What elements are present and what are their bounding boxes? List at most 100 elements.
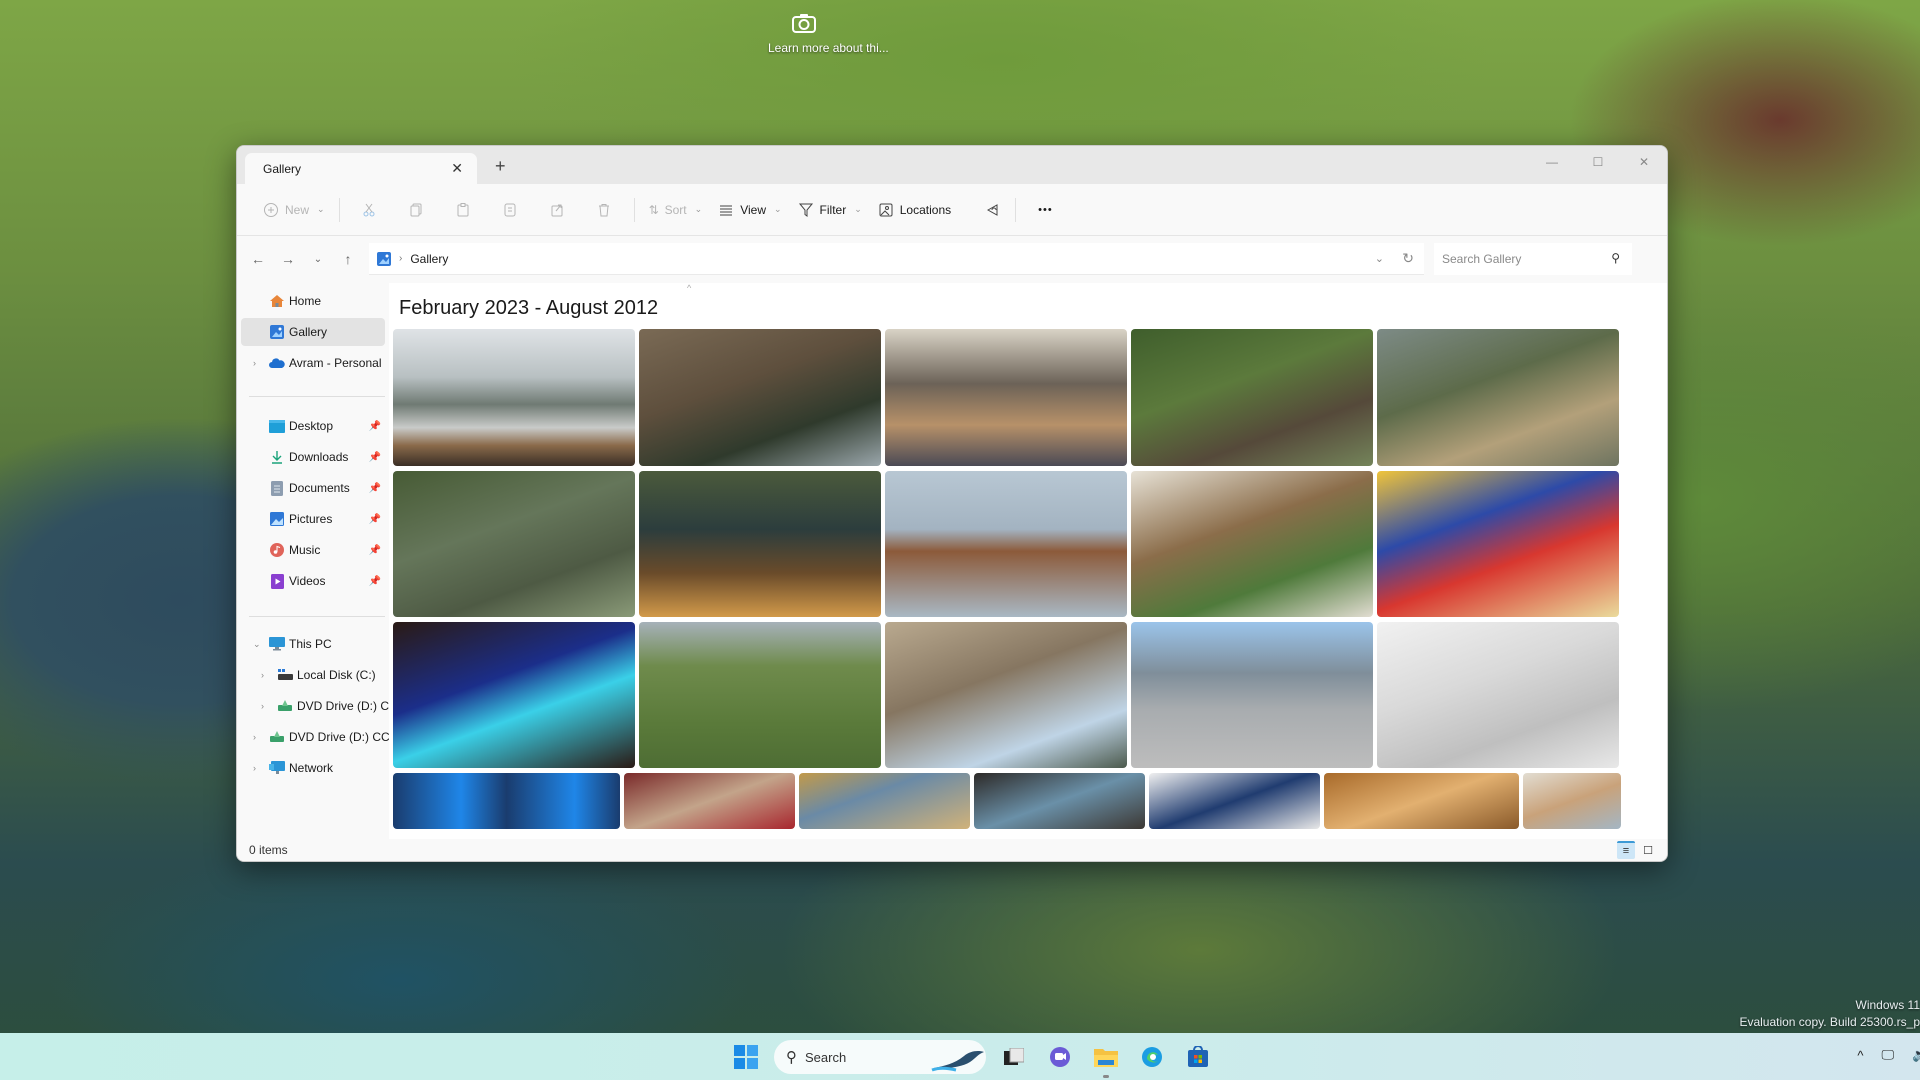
close-window-button[interactable]: ✕ bbox=[1621, 146, 1667, 178]
sidebar-item-network[interactable]: › Network bbox=[241, 754, 385, 782]
sidebar-item-home[interactable]: Home bbox=[241, 287, 385, 315]
paste-button[interactable] bbox=[440, 194, 487, 226]
photo-thumbnail[interactable] bbox=[393, 622, 635, 768]
file-explorer-button[interactable] bbox=[1088, 1039, 1124, 1078]
new-tab-button[interactable]: + bbox=[495, 156, 506, 177]
refresh-button[interactable]: ↻ bbox=[1402, 250, 1414, 267]
sidebar-item-this-pc[interactable]: ⌄ This PC bbox=[241, 630, 385, 658]
photo-thumbnail[interactable] bbox=[1324, 773, 1519, 829]
close-tab-icon[interactable]: ✕ bbox=[451, 160, 463, 177]
photo-thumbnail[interactable] bbox=[393, 773, 620, 829]
pin-icon[interactable]: 📌 bbox=[369, 483, 381, 494]
photo-thumbnail[interactable] bbox=[1131, 329, 1373, 466]
photo-thumbnail[interactable] bbox=[639, 471, 881, 617]
address-bar[interactable]: › Gallery ⌄ ↻ bbox=[369, 243, 1424, 275]
chevron-right-icon[interactable]: › bbox=[261, 701, 264, 711]
sidebar-item-downloads[interactable]: Downloads 📌 bbox=[241, 443, 385, 471]
recent-locations-button[interactable]: ⌄ bbox=[303, 254, 333, 265]
share-button[interactable] bbox=[534, 194, 581, 226]
photo-thumbnail[interactable] bbox=[393, 471, 635, 617]
store-button[interactable] bbox=[1180, 1039, 1216, 1075]
paste-icon bbox=[457, 202, 469, 216]
pin-icon[interactable]: 📌 bbox=[369, 452, 381, 463]
dvd-drive-icon bbox=[269, 729, 285, 745]
back-button[interactable]: ← bbox=[243, 251, 273, 267]
more-options-button[interactable]: ••• bbox=[1030, 194, 1061, 226]
chevron-right-icon[interactable]: › bbox=[253, 763, 256, 773]
chat-button[interactable] bbox=[1042, 1039, 1078, 1075]
pin-icon[interactable]: 📌 bbox=[369, 421, 381, 432]
sidebar-item-desktop[interactable]: Desktop 📌 bbox=[241, 412, 385, 440]
filter-button[interactable]: Filter ⌄ bbox=[790, 194, 870, 226]
search-gallery-input[interactable]: Search Gallery ⚲ bbox=[1434, 243, 1632, 275]
new-button[interactable]: New ⌄ bbox=[255, 194, 333, 226]
photo-thumbnail[interactable] bbox=[639, 329, 881, 466]
collapse-caret-icon[interactable]: ^ bbox=[687, 283, 691, 293]
sidebar-item-dvd-drive-d-nested[interactable]: › DVD Drive (D:) CC bbox=[241, 692, 398, 720]
photo-thumbnail[interactable] bbox=[1131, 622, 1373, 768]
tab-gallery[interactable]: Gallery ✕ bbox=[245, 153, 477, 184]
pin-icon[interactable]: 📌 bbox=[369, 545, 381, 556]
photo-thumbnail[interactable] bbox=[885, 471, 1127, 617]
search-icon[interactable]: ⚲ bbox=[1611, 251, 1620, 265]
breadcrumb-gallery[interactable]: Gallery bbox=[410, 252, 448, 266]
chevron-up-icon[interactable]: ^ bbox=[1857, 1048, 1863, 1063]
chevron-right-icon[interactable]: › bbox=[261, 670, 264, 680]
sidebar-item-dvd-drive-d[interactable]: › DVD Drive (D:) CCC bbox=[241, 723, 398, 751]
minimize-button[interactable]: — bbox=[1529, 146, 1575, 178]
volume-icon[interactable]: 🔈 bbox=[1912, 1047, 1920, 1063]
details-view-toggle[interactable]: ≡ bbox=[1617, 841, 1635, 859]
chevron-right-icon[interactable]: › bbox=[253, 732, 256, 742]
cut-button[interactable] bbox=[346, 194, 393, 226]
locations-button[interactable]: Locations bbox=[870, 194, 959, 226]
sidebar-item-gallery[interactable]: Gallery bbox=[241, 318, 385, 346]
sidebar-item-onedrive-personal[interactable]: › Avram - Personal bbox=[241, 349, 385, 377]
onedrive-backup-button[interactable] bbox=[977, 194, 1009, 226]
forward-button[interactable]: → bbox=[273, 251, 303, 267]
sidebar-item-pictures[interactable]: Pictures 📌 bbox=[241, 505, 385, 533]
photo-thumbnail[interactable] bbox=[1377, 622, 1619, 768]
edge-button[interactable] bbox=[1134, 1039, 1170, 1075]
photo-thumbnail[interactable] bbox=[799, 773, 970, 829]
start-button[interactable] bbox=[728, 1039, 764, 1075]
onedrive-cloud-icon bbox=[269, 355, 285, 371]
photo-thumbnail[interactable] bbox=[1131, 471, 1373, 617]
chevron-down-icon[interactable]: ⌄ bbox=[253, 639, 261, 650]
photo-thumbnail[interactable] bbox=[974, 773, 1145, 829]
address-history-dropdown[interactable]: ⌄ bbox=[1375, 252, 1384, 265]
rename-button[interactable] bbox=[487, 194, 534, 226]
photo-thumbnail[interactable] bbox=[1149, 773, 1320, 829]
photo-thumbnail[interactable] bbox=[624, 773, 795, 829]
photo-thumbnail[interactable] bbox=[639, 622, 881, 768]
sidebar-item-music[interactable]: Music 📌 bbox=[241, 536, 385, 564]
photo-thumbnail[interactable] bbox=[1523, 773, 1621, 829]
sidebar-item-videos[interactable]: Videos 📌 bbox=[241, 567, 385, 595]
view-button[interactable]: View ⌄ bbox=[710, 194, 789, 226]
sort-button[interactable]: ⇅ Sort ⌄ bbox=[641, 194, 711, 226]
title-bar: Gallery ✕ + — ☐ ✕ bbox=[237, 146, 1667, 184]
tiles-view-toggle[interactable]: ☐ bbox=[1639, 841, 1657, 859]
up-button[interactable]: ↑ bbox=[333, 251, 363, 267]
maximize-button[interactable]: ☐ bbox=[1575, 146, 1621, 178]
taskbar-search-box[interactable]: ⚲ Search bbox=[774, 1040, 986, 1074]
photo-thumbnail[interactable] bbox=[1377, 329, 1619, 466]
sidebar-label: Music bbox=[289, 543, 321, 557]
photo-thumbnail[interactable] bbox=[393, 329, 635, 466]
pin-icon[interactable]: 📌 bbox=[369, 514, 381, 525]
system-tray: ^ 🖵 🔈 bbox=[1857, 1047, 1920, 1063]
delete-button[interactable] bbox=[581, 194, 628, 226]
chevron-right-icon[interactable]: › bbox=[253, 358, 256, 368]
pin-icon[interactable]: 📌 bbox=[369, 576, 381, 587]
photo-thumbnail[interactable] bbox=[885, 622, 1127, 768]
copy-button[interactable] bbox=[393, 194, 440, 226]
locations-label: Locations bbox=[899, 202, 952, 217]
sidebar-item-local-disk-c[interactable]: › Local Disk (C:) bbox=[241, 661, 385, 689]
photo-thumbnail[interactable] bbox=[885, 329, 1127, 466]
share-icon bbox=[551, 204, 563, 216]
spotlight-learn-more[interactable]: Learn more about thi... bbox=[768, 6, 889, 56]
sidebar-item-documents[interactable]: Documents 📌 bbox=[241, 474, 385, 502]
sort-label: Sort bbox=[664, 202, 687, 217]
photo-thumbnail[interactable] bbox=[1377, 471, 1619, 617]
task-view-button[interactable] bbox=[996, 1039, 1032, 1075]
network-icon[interactable]: 🖵 bbox=[1881, 1047, 1894, 1063]
